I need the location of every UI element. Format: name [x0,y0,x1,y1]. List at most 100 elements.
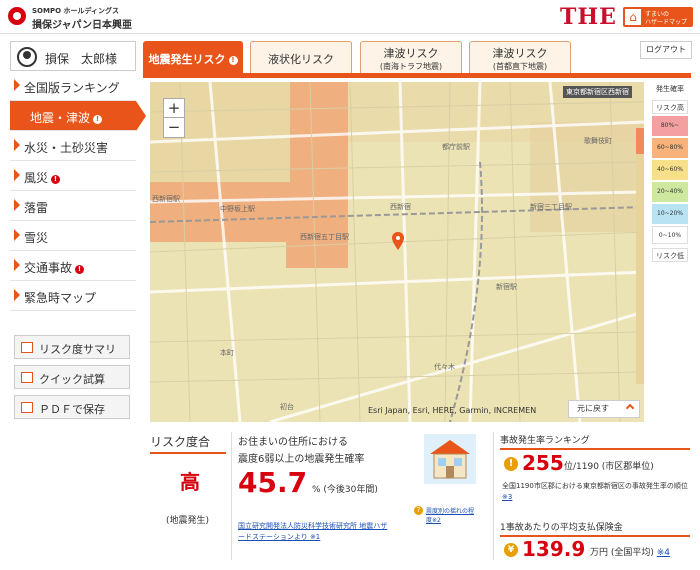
header: SOMPO ホールディングス 損保ジャパン日本興亜 THE ⌂ すまいの ハザー… [0,0,700,34]
tab-label: 液状化リスク [268,53,334,66]
logout-button[interactable]: ログアウト [640,41,692,59]
risk-level-title: リスク度合 [150,435,211,449]
chevron-right-icon [14,229,20,241]
sidebar-item-national-ranking[interactable]: 全国版ランキング [10,71,136,101]
legend-range: 60~80% [652,138,688,158]
chevron-right-icon [14,259,20,271]
user-name: 損保 太郎様 [45,52,118,66]
divider [500,448,690,450]
risk-kind: (地震発生) [166,516,210,526]
map-label: 歌舞伎町 [584,137,612,145]
alert-icon: ! [75,265,85,274]
premium-value: 139.9 [522,537,586,561]
hazard-map-logo: ⌂ すまいの ハザードマップ [623,7,693,27]
button-label: ＰＤＦで保存 [39,403,105,416]
map-label: 西新宿駅 [152,195,180,203]
map-reset-button[interactable]: 元に戻す [568,400,640,418]
risk-level-value: 高 [180,470,200,494]
hazard-map[interactable]: 西新宿五丁目駅 都庁前駅 西新宿駅 歌舞伎町 新宿駅 代々木 本町 中野坂上駅 … [150,82,644,422]
alert-icon: ! [93,115,103,124]
map-label: 本町 [220,349,234,357]
chevron-right-icon [14,139,20,151]
shaking-level-link[interactable]: 震度別の揺れの程度※2 [426,506,474,524]
sidebar-item-label: 全国版ランキング [24,81,120,95]
map-label: 初台 [280,403,294,411]
user-info: 損保 太郎様 [10,41,136,71]
tab-earthquake-risk[interactable]: 地震発生リスク! [143,41,243,74]
sidebar-item-flood-landslide[interactable]: 水災・土砂災害 [10,131,136,161]
tab-label: 津波リスク [383,47,439,60]
map-legend: 発生確率 リスク高 80%~ 60~80% 40~60% 20~40% 10~2… [648,82,692,422]
sidebar-item-wind[interactable]: 風災! [10,161,136,191]
legend-low-label: リスク低 [652,248,688,262]
calculator-icon [21,372,33,383]
probability-caption-1: お住まいの住所における [238,437,348,448]
legend-range: 80%~ [652,116,688,136]
legend-high-label: リスク高 [652,100,688,114]
tab-tsunami-tokyo[interactable]: 津波リスク (首都直下地震) [469,41,571,74]
company-group-name: SOMPO ホールディングス [32,7,119,15]
pdf-icon [21,402,33,413]
company-logo-icon [8,7,26,25]
sidebar-item-label: 風災 [24,171,49,185]
reset-label: 元に戻す [577,404,609,413]
premium-suffix: 万円 (全国平均) ※4 [590,545,670,558]
save-pdf-button[interactable]: ＰＤＦで保存 [14,395,130,419]
legend-range: 10~20% [652,204,688,224]
chevron-up-icon [625,403,635,413]
sidebar-item-label: 地震・津波 [30,111,91,125]
chevron-right-icon [14,289,20,301]
divider [493,432,494,560]
premium-suffix-text: 万円 (全国平均) [590,548,654,558]
sidebar-item-earthquake-tsunami[interactable]: 地震・津波! [10,101,146,131]
tab-underline [143,73,691,78]
map-area-tag: 東京都新宿区西新宿 [563,86,632,98]
map-label: 中野坂上駅 [220,205,255,213]
map-label: 新宿駅 [496,283,517,291]
map-label: 都庁前駅 [442,143,470,151]
zoom-out-button[interactable]: − [164,118,184,137]
divider [150,452,226,454]
tab-label: 津波リスク [492,47,548,60]
sidebar-item-label: 緊急時マップ [24,291,97,305]
legend-range: 0~10% [652,226,688,244]
chevron-right-icon [14,199,20,211]
sidebar-item-snow[interactable]: 雪災 [10,221,136,251]
ranking-description-text: 全国1190市区郡における東京都新宿区の事故発生率の順位 [502,482,688,490]
list-icon [21,342,33,353]
sidebar-item-label: 雪災 [24,231,49,245]
zoom-control: + − [163,98,185,138]
premium-title: 1事故あたりの平均支払保険金 [500,523,623,533]
ranking-title: 事故発生率ランキング [500,436,590,446]
ranking-note-link[interactable]: ※3 [502,493,512,501]
legend-title: 発生確率 [656,85,684,93]
sidebar-item-traffic-accident[interactable]: 交通事故! [10,251,136,281]
alert-icon: ! [504,457,518,471]
ranking-suffix: 位/1190 (市区郡単位) [564,462,654,472]
brand-sub-2: ハザードマップ [645,19,688,26]
divider [231,432,232,560]
sidebar-item-lightning[interactable]: 落雷 [10,191,136,221]
map-canvas[interactable] [150,82,644,422]
quick-estimate-button[interactable]: クイック試算 [14,365,130,389]
probability-source-link[interactable]: 国立研究開発法人防災科学技術研究所 地震ハザードステーションより ※1 [238,521,388,543]
sidebar-item-label: 落雷 [24,201,49,215]
map-label: 西新宿 [390,203,411,211]
map-label: 西新宿五丁目駅 [300,233,349,241]
sidebar-item-emergency-map[interactable]: 緊急時マップ [10,281,136,311]
legend-range: 20~40% [652,182,688,202]
brand-logo: THE [560,4,617,30]
legend-strip [636,128,644,384]
ranking-value: 255 [522,451,564,475]
tab-liquefaction-risk[interactable]: 液状化リスク [250,41,352,74]
risk-summary-button[interactable]: リスク度サマリ [14,335,130,359]
sidebar-item-label: 水災・土砂災害 [24,141,109,155]
house-illustration [424,434,476,484]
sidebar-item-label: 交通事故 [24,261,73,275]
help-icon[interactable]: ? [414,506,423,515]
premium-note-link[interactable]: ※4 [657,548,670,558]
probability-caption-2: 震度6弱以上の地震発生確率 [238,454,365,465]
company-name: 損保ジャパン日本興亜 [32,20,132,31]
zoom-in-button[interactable]: + [164,99,184,118]
tab-tsunami-nankai[interactable]: 津波リスク (南海トラフ地震) [360,41,462,74]
